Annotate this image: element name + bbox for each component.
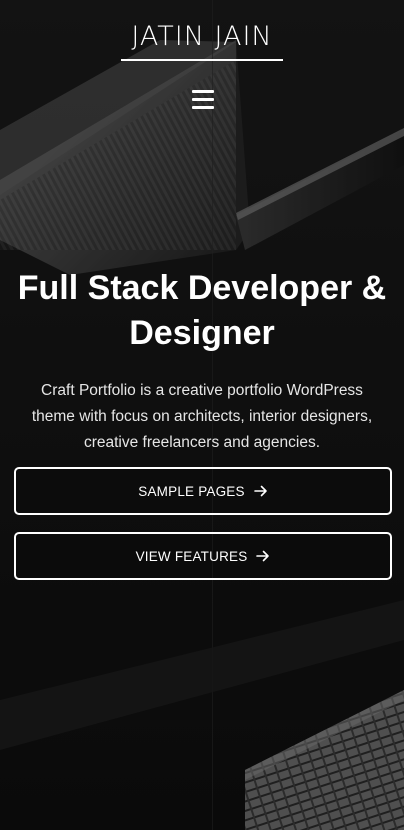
hamburger-menu-icon[interactable]: [192, 90, 214, 110]
site-title-link[interactable]: JATIN JAIN: [121, 21, 283, 61]
hero-description: Craft Portfolio is a creative portfolio …: [31, 382, 373, 451]
menu-bar: [192, 98, 214, 101]
view-features-button[interactable]: VIEW FEATURES: [14, 532, 392, 580]
arrow-right-icon: [256, 550, 270, 562]
menu-bar: [192, 106, 214, 109]
hero-title: Full Stack Developer & Designer: [17, 269, 387, 352]
menu-bar: [192, 90, 214, 93]
hero-section: Full Stack Developer & Designer Craft Po…: [0, 266, 404, 456]
site-header: JATIN JAIN: [0, 0, 404, 109]
button-label: VIEW FEATURES: [135, 548, 248, 564]
sample-pages-button[interactable]: SAMPLE PAGES: [14, 467, 392, 515]
arrow-right-icon: [253, 485, 267, 497]
button-label: SAMPLE PAGES: [138, 483, 245, 499]
